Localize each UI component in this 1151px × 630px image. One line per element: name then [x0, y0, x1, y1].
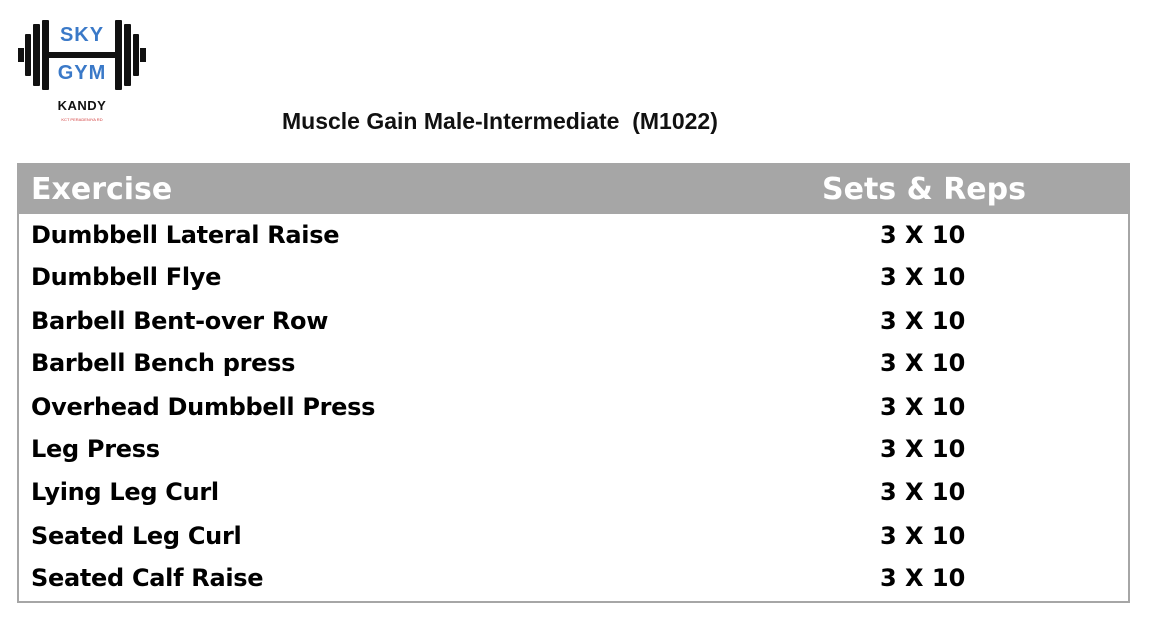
table-row: Dumbbell Lateral Raise 3 X 10 [19, 214, 1128, 257]
table-row: Lying Leg Curl 3 X 10 [19, 471, 1128, 514]
sets-reps: 3 X 10 [880, 478, 966, 506]
page-title: Muscle Gain Male-Intermediate (M1022) [282, 108, 718, 134]
table-row: Seated Leg Curl 3 X 10 [19, 515, 1128, 558]
table-row: Overhead Dumbbell Press 3 X 10 [19, 386, 1128, 429]
exercise-name: Barbell Bench press [31, 349, 296, 377]
sets-reps: 3 X 10 [880, 393, 966, 421]
sets-reps: 3 X 10 [880, 435, 966, 463]
table-row: Barbell Bent-over Row 3 X 10 [19, 300, 1128, 343]
logo-tagline: KCT PERADENIYA RD [61, 117, 103, 122]
column-header-exercise: Exercise [31, 172, 173, 207]
sets-reps: 3 X 10 [880, 522, 966, 550]
logo-city: KANDY [57, 98, 107, 113]
exercise-name: Dumbbell Lateral Raise [31, 221, 340, 249]
exercise-name: Barbell Bent-over Row [31, 307, 329, 335]
sets-reps: 3 X 10 [880, 307, 966, 335]
table-row: Seated Calf Raise 3 X 10 [19, 557, 1128, 600]
workout-table: Exercise Sets & Reps Dumbbell Lateral Ra… [17, 163, 1130, 603]
logo-word-bottom: GYM [57, 62, 107, 84]
table-header: Exercise Sets & Reps [19, 165, 1128, 214]
exercise-name: Lying Leg Curl [31, 478, 219, 506]
sets-reps: 3 X 10 [880, 263, 966, 291]
column-header-sets-reps: Sets & Reps [822, 172, 1026, 207]
exercise-name: Seated Leg Curl [31, 522, 242, 550]
exercise-name: Overhead Dumbbell Press [31, 393, 376, 421]
logo-word-top: SKY [59, 24, 105, 46]
table-row: Dumbbell Flye 3 X 10 [19, 256, 1128, 299]
exercise-name: Dumbbell Flye [31, 263, 222, 291]
table-row: Leg Press 3 X 10 [19, 428, 1128, 471]
sets-reps: 3 X 10 [880, 349, 966, 377]
sets-reps: 3 X 10 [880, 221, 966, 249]
gym-logo: SKY GYM KANDY KCT PERADENIYA RD [16, 18, 148, 130]
exercise-name: Leg Press [31, 435, 160, 463]
exercise-name: Seated Calf Raise [31, 564, 264, 592]
table-row: Barbell Bench press 3 X 10 [19, 342, 1128, 385]
sets-reps: 3 X 10 [880, 564, 966, 592]
